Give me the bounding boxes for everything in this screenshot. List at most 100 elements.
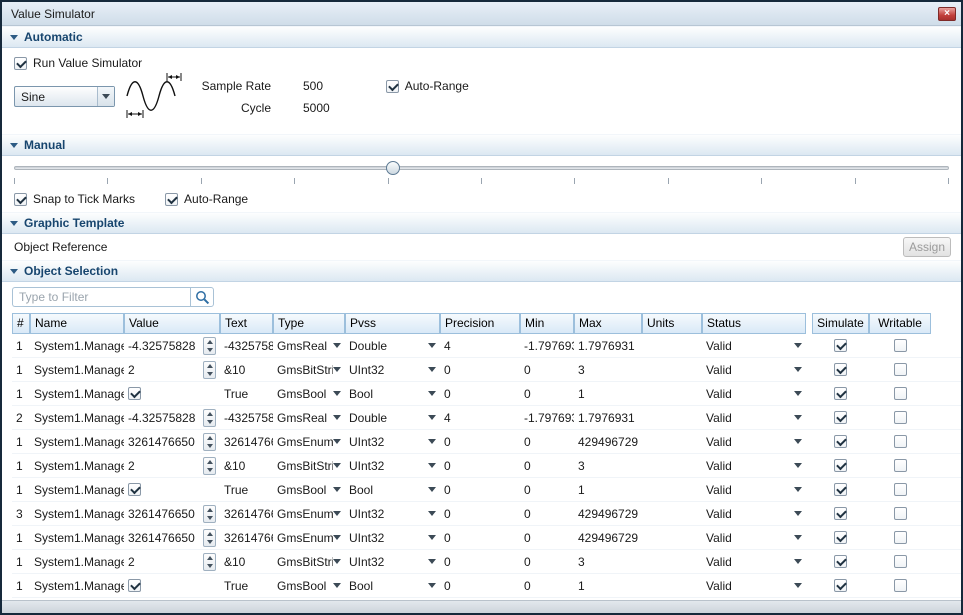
simulate-cell[interactable] bbox=[812, 531, 869, 544]
writable-cell[interactable] bbox=[869, 507, 931, 520]
simulate-checkbox[interactable] bbox=[834, 483, 847, 496]
writable-cell[interactable] bbox=[869, 459, 931, 472]
simulate-checkbox[interactable] bbox=[834, 579, 847, 592]
slider-thumb[interactable] bbox=[386, 161, 400, 175]
run-simulator-checkbox[interactable]: Run Value Simulator bbox=[14, 56, 961, 70]
pvss-dropdown[interactable]: UInt32 bbox=[345, 555, 440, 569]
column-header-num[interactable]: # bbox=[12, 313, 30, 334]
column-header-precision[interactable]: Precision bbox=[440, 313, 520, 334]
writable-checkbox[interactable] bbox=[894, 507, 907, 520]
spinner-down-icon[interactable] bbox=[204, 346, 215, 354]
column-header-min[interactable]: Min bbox=[520, 313, 574, 334]
type-dropdown[interactable]: GmsBool bbox=[273, 387, 345, 401]
table-row[interactable]: 1 System1.Managen -4.32575828 -43257582 … bbox=[12, 334, 961, 358]
search-button[interactable] bbox=[190, 287, 214, 307]
table-row[interactable]: 1 System1.Managen True GmsBool Bool 0 0 … bbox=[12, 478, 961, 502]
column-header-name[interactable]: Name bbox=[30, 313, 124, 334]
checkbox-icon[interactable] bbox=[14, 193, 27, 206]
checkbox-icon[interactable] bbox=[14, 57, 27, 70]
value-cell[interactable]: 2 bbox=[124, 553, 220, 571]
type-dropdown[interactable]: GmsBitStri bbox=[273, 555, 345, 569]
writable-checkbox[interactable] bbox=[894, 579, 907, 592]
type-dropdown[interactable]: GmsBool bbox=[273, 483, 345, 497]
writable-checkbox[interactable] bbox=[894, 459, 907, 472]
type-dropdown[interactable]: GmsBool bbox=[273, 579, 345, 593]
status-dropdown[interactable]: Valid bbox=[702, 363, 806, 377]
simulate-cell[interactable] bbox=[812, 459, 869, 472]
section-header-graphic-template[interactable]: Graphic Template bbox=[2, 212, 961, 234]
spinner-down-icon[interactable] bbox=[204, 370, 215, 378]
spinner-down-icon[interactable] bbox=[204, 514, 215, 522]
table-row[interactable]: 1 System1.Managen True GmsBool Bool 0 0 … bbox=[12, 574, 961, 598]
status-dropdown[interactable]: Valid bbox=[702, 555, 806, 569]
pvss-dropdown[interactable]: Bool bbox=[345, 483, 440, 497]
type-dropdown[interactable]: GmsReal bbox=[273, 411, 345, 425]
table-row[interactable]: 1 System1.Managen 2 &10 GmsBitStri UInt3… bbox=[12, 454, 961, 478]
spinner-up-icon[interactable] bbox=[204, 506, 215, 514]
status-dropdown[interactable]: Valid bbox=[702, 411, 806, 425]
column-header-simulate[interactable]: Simulate bbox=[812, 313, 869, 334]
value-spinner[interactable] bbox=[203, 433, 216, 451]
column-header-writable[interactable]: Writable bbox=[869, 313, 931, 334]
writable-checkbox[interactable] bbox=[894, 531, 907, 544]
slider-track[interactable] bbox=[14, 166, 949, 170]
writable-checkbox[interactable] bbox=[894, 483, 907, 496]
filter-input[interactable] bbox=[12, 287, 190, 307]
simulate-cell[interactable] bbox=[812, 411, 869, 424]
section-header-object-selection[interactable]: Object Selection bbox=[2, 260, 961, 282]
writable-checkbox[interactable] bbox=[894, 435, 907, 448]
section-header-manual[interactable]: Manual bbox=[2, 134, 961, 156]
value-spinner[interactable] bbox=[203, 409, 216, 427]
column-header-status[interactable]: Status bbox=[702, 313, 806, 334]
table-row[interactable]: 1 System1.Managen 3261476650 326147665 G… bbox=[12, 526, 961, 550]
simulate-cell[interactable] bbox=[812, 435, 869, 448]
simulate-cell[interactable] bbox=[812, 483, 869, 496]
status-dropdown[interactable]: Valid bbox=[702, 531, 806, 545]
spinner-up-icon[interactable] bbox=[204, 458, 215, 466]
waveform-select[interactable]: Sine bbox=[14, 86, 115, 107]
table-row[interactable]: 2 System1.Managen -4.32575828 -43257582 … bbox=[12, 406, 961, 430]
table-row[interactable]: 3 System1.Managen 3261476650 326147665 G… bbox=[12, 502, 961, 526]
value-cell[interactable]: 2 bbox=[124, 361, 220, 379]
writable-cell[interactable] bbox=[869, 483, 931, 496]
pvss-dropdown[interactable]: UInt32 bbox=[345, 459, 440, 473]
writable-cell[interactable] bbox=[869, 363, 931, 376]
table-row[interactable]: 1 System1.Managen True GmsBool Bool 0 0 … bbox=[12, 382, 961, 406]
pvss-dropdown[interactable]: UInt32 bbox=[345, 363, 440, 377]
writable-cell[interactable] bbox=[869, 531, 931, 544]
value-cell[interactable]: 3261476650 bbox=[124, 529, 220, 547]
simulate-checkbox[interactable] bbox=[834, 435, 847, 448]
combo-dropdown-button[interactable] bbox=[97, 87, 114, 106]
status-dropdown[interactable]: Valid bbox=[702, 387, 806, 401]
writable-cell[interactable] bbox=[869, 387, 931, 400]
column-header-text[interactable]: Text bbox=[220, 313, 273, 334]
checkbox-icon[interactable] bbox=[386, 80, 399, 93]
writable-cell[interactable] bbox=[869, 555, 931, 568]
column-header-max[interactable]: Max bbox=[574, 313, 642, 334]
simulate-checkbox[interactable] bbox=[834, 363, 847, 376]
column-header-value[interactable]: Value bbox=[124, 313, 220, 334]
spinner-down-icon[interactable] bbox=[204, 562, 215, 570]
simulate-cell[interactable] bbox=[812, 387, 869, 400]
simulate-checkbox[interactable] bbox=[834, 339, 847, 352]
spinner-up-icon[interactable] bbox=[204, 434, 215, 442]
table-row[interactable]: 1 System1.Managen 3261476650 326147665 G… bbox=[12, 430, 961, 454]
value-checkbox[interactable] bbox=[128, 483, 141, 496]
simulate-checkbox[interactable] bbox=[834, 507, 847, 520]
pvss-dropdown[interactable]: UInt32 bbox=[345, 531, 440, 545]
section-header-automatic[interactable]: Automatic bbox=[2, 26, 961, 48]
status-dropdown[interactable]: Valid bbox=[702, 507, 806, 521]
value-spinner[interactable] bbox=[203, 529, 216, 547]
writable-checkbox[interactable] bbox=[894, 363, 907, 376]
table-row[interactable]: 1 System1.Managen 2 &10 GmsBitStri UInt3… bbox=[12, 550, 961, 574]
value-spinner[interactable] bbox=[203, 361, 216, 379]
spinner-up-icon[interactable] bbox=[204, 338, 215, 346]
value-cell[interactable] bbox=[124, 579, 220, 592]
column-header-pvss[interactable]: Pvss bbox=[345, 313, 440, 334]
value-cell[interactable] bbox=[124, 483, 220, 496]
value-spinner[interactable] bbox=[203, 505, 216, 523]
column-header-type[interactable]: Type bbox=[273, 313, 345, 334]
manual-slider[interactable] bbox=[14, 160, 949, 176]
status-dropdown[interactable]: Valid bbox=[702, 435, 806, 449]
pvss-dropdown[interactable]: Bool bbox=[345, 579, 440, 593]
